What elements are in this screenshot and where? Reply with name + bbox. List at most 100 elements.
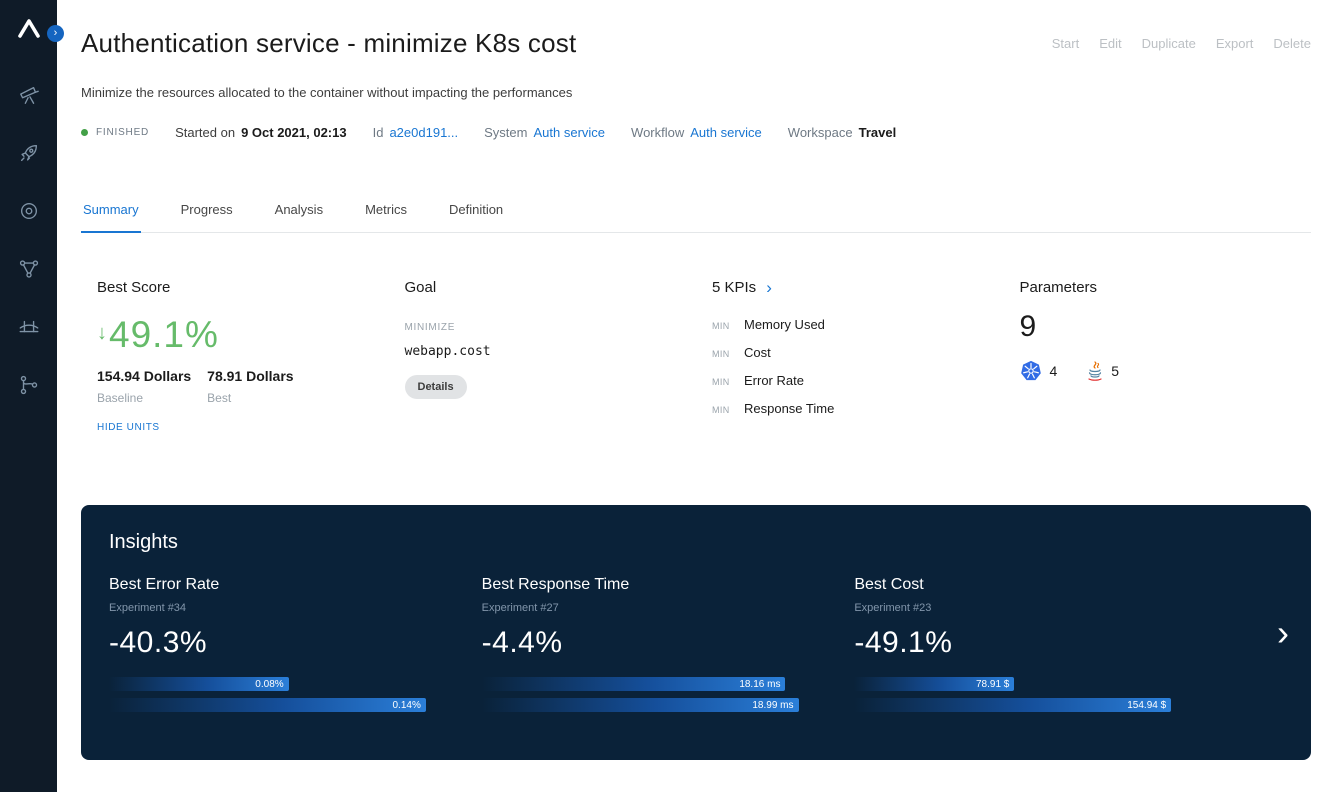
kpi-direction: MIN — [712, 321, 744, 331]
kubernetes-count: 4 — [1050, 363, 1058, 379]
akamas-logo-icon — [16, 18, 42, 38]
id-label: Id — [373, 125, 384, 140]
kpi-name: Cost — [744, 345, 771, 360]
hide-units-link[interactable]: HIDE UNITS — [97, 422, 373, 433]
insight-bars: 0.08% 0.14% — [109, 677, 482, 712]
workspace-value: Travel — [859, 125, 897, 140]
java-count: 5 — [1111, 363, 1119, 379]
kpis-chevron-icon[interactable]: › — [766, 279, 772, 296]
tab-definition[interactable]: Definition — [447, 194, 505, 232]
kpi-row: MIN Cost — [712, 345, 988, 360]
edit-button[interactable]: Edit — [1099, 36, 1121, 51]
best-bar: 78.91 $ — [854, 677, 1014, 691]
best-bar-label: 18.16 ms — [739, 679, 780, 690]
sidebar-item-studies[interactable] — [11, 83, 47, 107]
best-bar: 18.16 ms — [482, 677, 786, 691]
status-row: FINISHED Started on 9 Oct 2021, 02:13 Id… — [81, 125, 1311, 140]
insight-title: Best Cost — [854, 576, 1227, 594]
best-block: 78.91 Dollars Best — [207, 368, 293, 405]
export-button[interactable]: Export — [1216, 36, 1254, 51]
delete-button[interactable]: Delete — [1273, 36, 1311, 51]
tab-metrics[interactable]: Metrics — [363, 194, 409, 232]
kpi-row: MIN Memory Used — [712, 317, 988, 332]
sidebar-item-systems[interactable] — [11, 257, 47, 281]
bridge-icon — [18, 316, 40, 338]
workflow-link[interactable]: Auth service — [690, 125, 762, 140]
insight-value: -40.3% — [109, 626, 482, 660]
baseline-label: Baseline — [97, 391, 191, 405]
insight-value: -49.1% — [854, 626, 1227, 660]
kpi-row: MIN Response Time — [712, 401, 988, 416]
insight-experiment: Experiment #27 — [482, 602, 855, 614]
study-id: Id a2e0d191... — [373, 125, 459, 140]
best-score-card: Best Score ↓ 49.1% 154.94 Dollars Baseli… — [81, 279, 389, 433]
goal-direction: MINIMIZE — [405, 322, 681, 333]
insight-card-cost: Best Cost Experiment #23 -49.1% 78.91 $ … — [854, 576, 1227, 719]
insight-title: Best Error Rate — [109, 576, 482, 594]
best-bar-label: 78.91 $ — [976, 679, 1009, 690]
started-on-label: Started on — [175, 125, 235, 140]
kpis-header: 5 KPIs › — [712, 279, 988, 296]
tab-analysis[interactable]: Analysis — [273, 194, 325, 232]
workflow-branch-icon — [18, 374, 40, 396]
workspace-label: Workspace — [788, 125, 853, 140]
workflow-label: Workflow — [631, 125, 684, 140]
started-on-value: 9 Oct 2021, 02:13 — [241, 125, 347, 140]
baseline-bar-label: 0.14% — [392, 700, 420, 711]
status-dot-icon — [81, 129, 88, 136]
id-link[interactable]: a2e0d191... — [389, 125, 458, 140]
start-button[interactable]: Start — [1052, 36, 1079, 51]
tab-bar: Summary Progress Analysis Metrics Defini… — [81, 194, 1311, 233]
network-icon — [18, 258, 40, 280]
summary-section: Best Score ↓ 49.1% 154.94 Dollars Baseli… — [81, 233, 1311, 433]
kpis-title: 5 KPIs — [712, 279, 756, 296]
goal-details-button[interactable]: Details — [405, 375, 467, 399]
kpi-name: Error Rate — [744, 373, 804, 388]
insights-panel: Insights Best Error Rate Experiment #34 … — [81, 505, 1311, 760]
tab-summary[interactable]: Summary — [81, 194, 141, 233]
tab-progress[interactable]: Progress — [179, 194, 235, 232]
app-root: › — [0, 0, 1329, 792]
best-score-value: ↓ 49.1% — [97, 314, 373, 356]
insight-card-response-time: Best Response Time Experiment #27 -4.4% … — [482, 576, 855, 719]
insight-experiment: Experiment #23 — [854, 602, 1227, 614]
sidebar-item-optimize[interactable] — [11, 141, 47, 165]
insights-next-button[interactable]: › — [1277, 615, 1289, 651]
sidebar-expand-button[interactable]: › — [47, 25, 64, 42]
kpi-direction: MIN — [712, 349, 744, 359]
baseline-value: 154.94 Dollars — [97, 368, 191, 384]
baseline-bar: 0.14% — [109, 698, 426, 712]
baseline-bar-label: 154.94 $ — [1127, 700, 1166, 711]
duplicate-button[interactable]: Duplicate — [1142, 36, 1196, 51]
insights-title: Insights — [109, 531, 1283, 554]
sidebar: › — [0, 0, 57, 792]
baseline-bar: 154.94 $ — [854, 698, 1171, 712]
system-link[interactable]: Auth service — [533, 125, 605, 140]
system-label: System — [484, 125, 527, 140]
sidebar-item-workflows[interactable] — [11, 373, 47, 397]
page-subtitle: Minimize the resources allocated to the … — [81, 85, 1311, 100]
status-badge: FINISHED — [81, 127, 149, 138]
java-icon — [1087, 361, 1103, 381]
insight-bars: 18.16 ms 18.99 ms — [482, 677, 855, 712]
workflow-ref: Workflow Auth service — [631, 125, 762, 140]
parameters-card: Parameters 9 — [1004, 279, 1312, 433]
workspace-ref: Workspace Travel — [788, 125, 896, 140]
baseline-bar: 18.99 ms — [482, 698, 799, 712]
kpi-list: MIN Memory Used MIN Cost MIN Error Rate … — [712, 317, 988, 416]
insight-cards: Best Error Rate Experiment #34 -40.3% 0.… — [109, 576, 1283, 719]
goal-title: Goal — [405, 279, 681, 296]
best-label: Best — [207, 391, 293, 405]
parameters-total: 9 — [1020, 310, 1296, 344]
insight-bars: 78.91 $ 154.94 $ — [854, 677, 1227, 712]
best-value: 78.91 Dollars — [207, 368, 293, 384]
insight-experiment: Experiment #34 — [109, 602, 482, 614]
goal-expression: webapp.cost — [405, 344, 681, 359]
sidebar-item-goals[interactable] — [11, 199, 47, 223]
parameters-breakdown: 4 5 — [1020, 360, 1296, 382]
sidebar-item-telemetry[interactable] — [11, 315, 47, 339]
best-score-title: Best Score — [97, 279, 373, 296]
main-content: Start Edit Duplicate Export Delete Authe… — [57, 0, 1329, 792]
study-actions: Start Edit Duplicate Export Delete — [1052, 36, 1311, 51]
system-ref: System Auth service — [484, 125, 605, 140]
